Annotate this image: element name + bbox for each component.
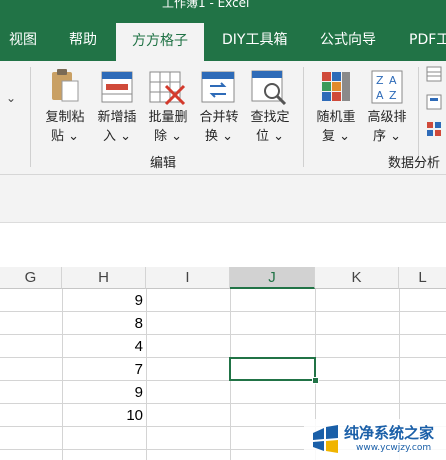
svg-text:A: A xyxy=(376,89,384,102)
row-line xyxy=(0,334,446,335)
random-repeat-label-line2: 复 ⌄ xyxy=(321,129,351,144)
column-header-l[interactable]: L xyxy=(399,267,446,289)
title-bar: 工作簿1 - Excel xyxy=(0,0,446,20)
random-repeat-label-line1: 随机重 xyxy=(316,110,356,125)
tab-fangfang-gezi[interactable]: 方方格子 xyxy=(116,23,204,61)
row-line xyxy=(0,357,446,358)
batch-delete-label-line1: 批量删 xyxy=(148,110,188,125)
collapsed-pane-band xyxy=(0,175,446,223)
find-locate-label-line2: 位 ⌄ xyxy=(255,129,285,144)
tab-pdf-tools[interactable]: PDF工 xyxy=(409,20,446,61)
column-header-j[interactable]: J xyxy=(230,267,315,289)
random-repeat-button[interactable]: 随机重 复 ⌄ xyxy=(311,67,361,151)
svg-text:A: A xyxy=(389,74,397,87)
find-locate-button[interactable]: 查找定 位 ⌄ xyxy=(245,67,295,151)
cell-h-row6[interactable]: 10 xyxy=(62,407,143,424)
cell-h-row2[interactable]: 8 xyxy=(62,315,143,332)
insert-new-button[interactable]: 新增插 入 ⌄ xyxy=(92,67,142,151)
tab-diy-toolbox[interactable]: DIY工具箱 xyxy=(222,20,287,61)
find-locate-icon xyxy=(251,70,287,105)
group-separator xyxy=(30,67,31,167)
column-header-g[interactable]: G xyxy=(0,267,62,289)
insert-new-label-line2: 入 ⌄ xyxy=(102,129,132,144)
advanced-sort-label-line1: 高级排 xyxy=(367,110,407,125)
small-table-icon[interactable] xyxy=(426,66,442,82)
watermark-logo-icon xyxy=(313,425,338,453)
window-title: 工作簿1 - Excel xyxy=(162,0,250,10)
batch-delete-label-line2: 除 ⌄ xyxy=(153,129,183,144)
copy-paste-label-line2: 贴 ⌄ xyxy=(50,129,80,144)
svg-text:Z: Z xyxy=(376,74,384,87)
advanced-sort-label-line2: 序 ⌄ xyxy=(372,129,402,144)
cell-h-row5[interactable]: 9 xyxy=(62,384,143,401)
advanced-sort-button[interactable]: Z A A Z 高级排 序 ⌄ xyxy=(362,67,412,151)
tab-view[interactable]: 视图 xyxy=(9,20,37,61)
row-line xyxy=(0,380,446,381)
ribbon-panel: ⌄ 复制粘 贴 ⌄ 新增插 入 ⌄ 批量删 除 ⌄ 合并转 换 ⌄ 查找定 位 … xyxy=(0,61,446,175)
column-header-k[interactable]: K xyxy=(315,267,399,289)
merge-convert-button[interactable]: 合并转 换 ⌄ xyxy=(194,67,244,151)
cell-h-row4[interactable]: 7 xyxy=(62,361,143,378)
column-line xyxy=(146,289,147,460)
collapsed-group-arrow[interactable]: ⌄ xyxy=(6,91,16,105)
site-watermark: 纯净系统之家 www.ycwjzy.com xyxy=(304,419,446,460)
insert-rows-icon xyxy=(101,71,133,103)
ribbon-tab-bar: 视图 帮助 方方格子 DIY工具箱 公式向导 PDF工 xyxy=(0,20,446,61)
group-label-edit: 编辑 xyxy=(150,156,177,171)
insert-new-label-line1: 新增插 xyxy=(97,110,137,125)
small-grid-icon[interactable] xyxy=(426,121,442,137)
column-header-i[interactable]: I xyxy=(146,267,230,289)
active-cell-j[interactable] xyxy=(229,357,316,381)
find-locate-label-line1: 查找定 xyxy=(250,110,290,125)
merge-convert-label-line1: 合并转 xyxy=(199,110,239,125)
batch-delete-icon xyxy=(149,71,186,106)
formula-area xyxy=(0,223,446,267)
watermark-text: 纯净系统之家 xyxy=(344,424,435,442)
copy-paste-label-line1: 复制粘 xyxy=(45,110,85,125)
svg-text:Z: Z xyxy=(389,89,397,102)
merge-convert-label-line2: 换 ⌄ xyxy=(204,129,234,144)
random-repeat-icon xyxy=(322,72,350,101)
group-label-data-analysis: 数据分析 xyxy=(388,156,441,171)
merge-convert-icon xyxy=(201,71,235,103)
column-header-h[interactable]: H xyxy=(62,267,146,289)
cell-h-row3[interactable]: 4 xyxy=(62,338,143,355)
clipboard-icon xyxy=(52,69,79,102)
advanced-sort-icon: Z A A Z xyxy=(371,70,403,104)
tab-formula-wizard[interactable]: 公式向导 xyxy=(320,20,376,61)
small-calc-icon[interactable] xyxy=(426,94,442,110)
watermark-url: www.ycwjzy.com xyxy=(356,443,432,453)
copy-paste-button[interactable]: 复制粘 贴 ⌄ xyxy=(40,67,90,151)
fill-handle[interactable] xyxy=(312,377,319,384)
batch-delete-button[interactable]: 批量删 除 ⌄ xyxy=(143,67,193,151)
group-separator xyxy=(303,67,304,167)
row-line xyxy=(0,403,446,404)
row-line xyxy=(0,311,446,312)
tab-help[interactable]: 帮助 xyxy=(69,20,97,61)
cell-h-row1[interactable]: 9 xyxy=(62,292,143,309)
